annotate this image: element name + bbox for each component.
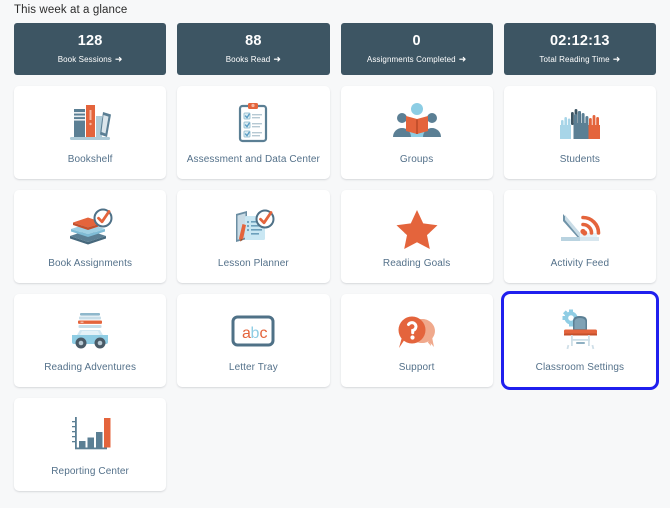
dashboard-page: This week at a glance 128 Book Sessions ➜…: [0, 0, 670, 508]
tile-label: Bookshelf: [67, 154, 113, 165]
bar-chart-icon: [59, 411, 121, 459]
star-icon: [386, 203, 448, 251]
arrow-right-icon: ➜: [612, 53, 621, 64]
stat-value: 88: [245, 32, 262, 49]
tile-label: Students: [559, 154, 601, 165]
tile-letter-tray[interactable]: a b c Letter Tray: [177, 294, 330, 387]
book-rss-icon: [549, 203, 611, 251]
tile-reporting-center[interactable]: Reporting Center: [14, 398, 167, 491]
stat-label: Books Read ➜: [226, 53, 281, 66]
notebook-pencil-check-icon: [222, 203, 284, 251]
tile-reading-adventures[interactable]: Reading Adventures: [14, 294, 167, 387]
stat-card-books-read[interactable]: 88 Books Read ➜: [177, 23, 330, 75]
arrow-right-icon: ➜: [273, 53, 281, 64]
tile-label: Reporting Center: [51, 466, 129, 477]
book-car-icon: [59, 307, 121, 355]
stat-card-book-sessions[interactable]: 128 Book Sessions ➜: [14, 23, 167, 75]
weekly-stats-strip: 128 Book Sessions ➜ 88 Books Read ➜ 0 Assi…: [14, 23, 656, 75]
abc-tray-icon: a b c: [222, 307, 284, 355]
tile-activity-feed[interactable]: Activity Feed: [503, 190, 656, 283]
tile-groups[interactable]: Groups: [340, 86, 493, 179]
page-title: This week at a glance: [14, 4, 128, 16]
stat-value: 128: [77, 32, 103, 49]
raised-hands-icon: [549, 99, 611, 147]
svg-text:c: c: [260, 325, 268, 342]
tile-reading-goals[interactable]: Reading Goals: [340, 190, 493, 283]
clipboard-checklist-icon: [222, 99, 284, 147]
stat-label-text: Books Read: [225, 54, 271, 64]
dashboard-tile-grid: Bookshelf Assessment and Data Center Gro…: [14, 86, 660, 491]
stat-label-text: Assignments Completed: [366, 54, 456, 64]
tile-label: Assessment and Data Center: [186, 154, 320, 165]
tile-bookshelf[interactable]: Bookshelf: [14, 86, 167, 179]
stat-value: 0: [412, 32, 421, 49]
stat-label: Assignments Completed ➜: [367, 53, 466, 66]
books-check-icon: [59, 203, 121, 251]
stat-label-text: Total Reading Time: [539, 54, 610, 64]
tile-label: Classroom Settings: [535, 362, 625, 373]
tile-classroom-settings[interactable]: Classroom Settings: [500, 291, 660, 390]
arrow-right-icon: ➜: [458, 53, 467, 64]
stat-label: Total Reading Time ➜: [539, 53, 620, 66]
tile-label: Activity Feed: [550, 258, 610, 269]
stat-value: 02:12:13: [550, 32, 610, 49]
books-shelf-icon: [59, 99, 121, 147]
tile-label: Support: [398, 362, 435, 373]
tile-label: Reading Adventures: [44, 362, 137, 373]
tile-label: Book Assignments: [48, 258, 133, 269]
tile-label: Reading Goals: [382, 258, 451, 269]
tile-label: Letter Tray: [228, 362, 278, 373]
tile-students[interactable]: Students: [503, 86, 656, 179]
tile-label: Groups: [399, 154, 434, 165]
svg-text:b: b: [251, 325, 260, 342]
tile-lesson-planner[interactable]: Lesson Planner: [177, 190, 330, 283]
stat-card-total-reading-time[interactable]: 02:12:13 Total Reading Time ➜: [503, 23, 656, 75]
desk-gear-icon: [549, 307, 611, 355]
tile-assessment-and-data-center[interactable]: Assessment and Data Center: [177, 86, 330, 179]
tile-book-assignments[interactable]: Book Assignments: [14, 190, 167, 283]
stat-label-text: Book Sessions: [57, 54, 112, 64]
tile-support[interactable]: Support: [340, 294, 493, 387]
stat-label: Book Sessions ➜: [58, 53, 123, 66]
question-chat-icon: [386, 307, 448, 355]
stat-card-assignments-completed[interactable]: 0 Assignments Completed ➜: [340, 23, 493, 75]
tile-label: Lesson Planner: [217, 258, 289, 269]
group-reading-icon: [386, 99, 448, 147]
arrow-right-icon: ➜: [114, 53, 123, 64]
